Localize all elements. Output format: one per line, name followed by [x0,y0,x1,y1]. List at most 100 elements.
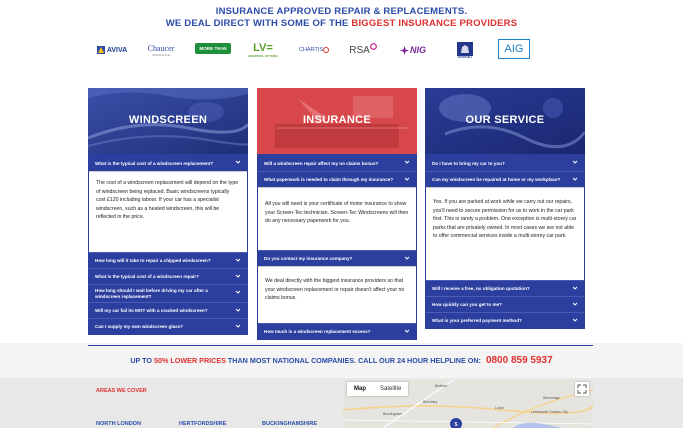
faq-question: Will my car fail its MOT with a cracked … [95,308,208,313]
faq-answer-text: The cost of a windscreen replacement wil… [96,180,239,221]
chevron-down-icon [404,329,410,333]
faq-answer-text: Yes. If you are parked at work while we … [433,199,577,240]
windscreen-faq-own-glass[interactable]: Can I supply my own windscreen glass? [89,318,247,334]
insurance-faq-contact[interactable]: Do you contact my insurance company? [258,250,416,266]
map-label-bedford: Bedford [435,384,448,388]
map-tab-map[interactable]: Map [347,382,373,396]
lv-logo: LV= LIVERPOOL VICTORIA [247,41,279,58]
rsa-logo: RSA [347,40,379,60]
insurance-faq-no-claims[interactable]: Will a windscreen repair affect my no cl… [258,155,416,171]
windscreen-faq-wait-time[interactable]: How long should I wait before driving my… [89,284,247,302]
faq-section: WINDSCREEN What is the typical cost of a… [0,78,683,343]
windscreen-faq-chip-repair-time[interactable]: How long will it take to repair a chippe… [89,252,247,268]
faq-question: Can I supply my own windscreen glass? [95,324,184,329]
chevron-down-icon [235,308,241,312]
windscreen-hero: WINDSCREEN [88,88,248,154]
chevron-down-icon [235,290,241,294]
faq-question: What paperwork is needed to claim throug… [264,177,394,182]
map-label-letchworth: Letchworth Garden City [531,410,568,414]
windscreen-faq-cost-answer: The cost of a windscreen replacement wil… [89,171,247,252]
service-accordion: Do I have to bring my car to you? Can my… [425,154,585,329]
map-label-luton: Luton [495,406,504,410]
rsa-circle-icon [369,42,377,50]
section-divider [88,345,593,346]
headline-line-2-prefix: WE DEAL DIRECT WITH SOME OF THE [165,18,352,29]
morethan-logo: MORE TH>N [195,43,231,54]
insurance-faq-paperwork[interactable]: What paperwork is needed to claim throug… [258,171,416,187]
headline-line-1: INSURANCE APPROVED REPAIR & REPLACEMENTS… [215,6,468,17]
faq-question: What is the typical cost of a windscreen… [95,274,199,279]
windscreen-faq-cost[interactable]: What is the typical cost of a windscreen… [89,155,247,171]
promo-middle: THAN MOST NATIONAL COMPANIES. CALL OUR 2… [225,356,483,365]
insurance-header: INSURANCE APPROVED REPAIR & REPLACEMENTS… [0,0,683,78]
promo-prefix: UP TO [130,356,155,365]
chartis-logo: CHARTIS [296,40,332,60]
chevron-down-icon [572,177,578,181]
chevron-down-icon [572,318,578,322]
service-faq-home-repair-answer: Yes. If you are parked at work while we … [426,187,584,280]
map-type-toggle: Map Satellite [347,382,409,396]
service-hero: OUR SERVICE [425,88,585,154]
service-faq-home-repair[interactable]: Can my windscreen be repaired at home or… [426,171,584,187]
windscreen-column: WINDSCREEN What is the typical cost of a… [88,88,248,335]
headline-line-2-highlight: BIGGEST INSURANCE PROVIDERS [351,18,518,29]
windscreen-faq-repair-cost[interactable]: What is the typical cost of a windscreen… [89,268,247,284]
insurer-logos: AVIVA Chaucer INSURANCE MORE TH>N LV= LI… [0,39,683,61]
faq-question: Will a windscreen repair affect my no cl… [264,160,379,166]
faq-question: Can my windscreen be repaired at home or… [432,177,561,182]
aviva-mark-icon [96,46,105,54]
area-north-london: NORTH LONDON [96,421,141,427]
insurance-column: INSURANCE Will a windscreen repair affec… [257,88,417,340]
chevron-down-icon [235,324,241,328]
chevron-down-icon [404,177,410,181]
faq-question: Will I receive a free, no obligation quo… [432,286,530,291]
chevron-down-icon [404,256,410,260]
headline-line-2: WE DEAL DIRECT WITH SOME OF THE BIGGEST … [0,18,683,29]
windscreen-hero-title: WINDSCREEN [128,114,208,126]
area-buckinghamshire: BUCKINGHAMSHIRE [262,421,317,427]
insurance-hero: INSURANCE [257,88,417,154]
faq-question: Do I have to bring my car to you? [432,160,505,166]
faq-question: How long will it take to repair a chippe… [95,258,211,263]
service-faq-response-time[interactable]: How quickly can you get to me? [426,296,584,312]
insurance-faq-excess[interactable]: How much is a windscreen replacement exc… [258,323,416,339]
insurance-hero-title: INSURANCE [302,114,372,126]
insurance-faq-contact-answer: We deal directly with the biggest insura… [258,266,416,323]
coverage-map[interactable]: S Map Satellite Bedford Luton Stevenage … [343,380,593,428]
insurance-faq-paperwork-answer: All you will need is your certificate of… [258,187,416,250]
chevron-down-icon [404,160,410,164]
nig-logo: NIG [395,40,431,60]
faq-answer-text: We deal directly with the biggest insura… [265,278,405,302]
churchill-logo: CHURCHILL [455,39,475,61]
nig-star-icon [399,45,409,55]
service-faq-payment[interactable]: What is your preferred payment method? [426,312,584,328]
chevron-down-icon [235,160,241,164]
insurance-accordion: Will a windscreen repair affect my no cl… [257,154,417,340]
fullscreen-button[interactable] [575,382,589,396]
promo-highlight: 50% LOWER PRICES [154,356,226,365]
chevron-down-icon [235,258,241,262]
faq-question: How much is a windscreen replacement exc… [264,329,371,334]
service-faq-bring-car[interactable]: Do I have to bring my car to you? [426,155,584,171]
faq-question: What is your preferred payment method? [432,318,522,323]
chartis-mark-icon [323,47,330,53]
faq-question: How long should I wait before driving my… [95,287,208,299]
map-tab-satellite[interactable]: Satellite [373,382,408,396]
areas-title: AREAS WE COVER [96,388,147,394]
faq-question: How quickly can you get to me? [432,302,502,307]
service-faq-free-quote[interactable]: Will I receive a free, no obligation quo… [426,280,584,296]
chevron-down-icon [572,286,578,290]
chevron-down-icon [572,302,578,306]
service-hero-title: OUR SERVICE [465,114,545,126]
churchill-dog-icon [457,41,473,56]
fullscreen-icon [577,384,587,394]
windscreen-faq-mot[interactable]: Will my car fail its MOT with a cracked … [89,302,247,318]
areas-footer: AREAS WE COVER NORTH LONDON HERTFORDSHIR… [0,378,683,428]
area-hertfordshire: HERTFORDSHIRE [179,421,227,427]
promo-banner: UP TO 50% LOWER PRICES THAN MOST NATIONA… [0,355,683,366]
chaucer-logo: Chaucer INSURANCE [147,43,175,57]
faq-answer-text: All you will need is your certificate of… [265,201,409,225]
aviva-logo: AVIVA [92,40,132,60]
windscreen-accordion: What is the typical cost of a windscreen… [88,154,248,335]
helpline-phone-link[interactable]: 0800 859 5937 [486,355,553,366]
